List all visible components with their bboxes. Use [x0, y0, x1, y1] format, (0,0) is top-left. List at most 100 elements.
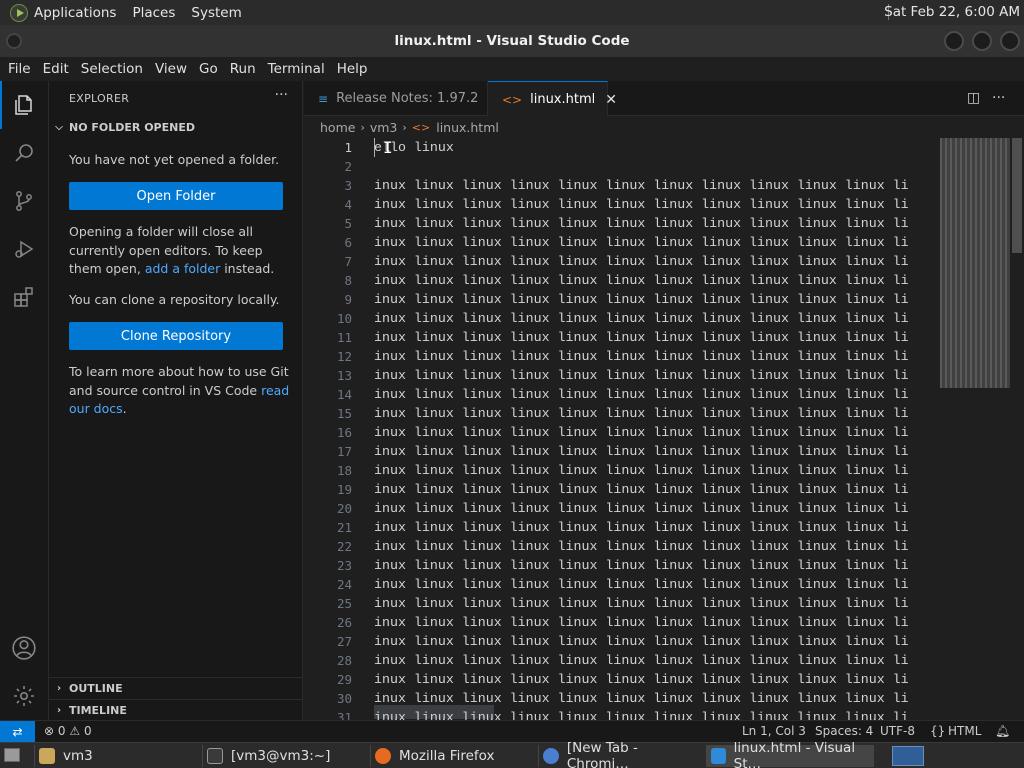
- indentation[interactable]: Spaces: 4: [815, 724, 873, 738]
- line-number: 2: [344, 159, 352, 174]
- language-mode[interactable]: HTML: [948, 724, 981, 738]
- code-line[interactable]: inux linux linux linux linux linux linux…: [374, 366, 936, 385]
- code-line[interactable]: inux linux linux linux linux linux linux…: [374, 214, 936, 233]
- panel-menu-places[interactable]: Places: [132, 5, 175, 21]
- applications-logo-icon[interactable]: [10, 3, 28, 22]
- menu-run[interactable]: Run: [224, 61, 262, 77]
- line-number: 12: [336, 349, 352, 364]
- add-folder-link[interactable]: add a folder: [145, 261, 220, 276]
- sidebar-title: EXPLORER: [69, 92, 130, 105]
- code-line[interactable]: inux linux linux linux linux linux linux…: [374, 461, 936, 480]
- minimap[interactable]: [940, 138, 1010, 388]
- close-tab-icon[interactable]: ✕: [605, 92, 617, 108]
- code-line[interactable]: inux linux linux linux linux linux linux…: [374, 309, 936, 328]
- menu-edit[interactable]: Edit: [37, 61, 75, 77]
- code-line[interactable]: inux linux linux linux linux linux linux…: [374, 670, 936, 689]
- maximize-icon[interactable]: [972, 31, 992, 51]
- menu-terminal[interactable]: Terminal: [262, 61, 331, 77]
- taskbar-item-terminal[interactable]: [vm3@vm3:~]: [202, 745, 367, 767]
- menu-view[interactable]: View: [149, 61, 193, 77]
- taskbar-item-vm3[interactable]: vm3: [34, 745, 199, 767]
- line-number: 16: [336, 425, 352, 440]
- code-line[interactable]: inux linux linux linux linux linux linux…: [374, 252, 936, 271]
- no-folder-section-header[interactable]: ⌵ NO FOLDER OPENED: [49, 116, 303, 138]
- code-line[interactable]: inux linux linux linux linux linux linux…: [374, 404, 936, 423]
- code-line[interactable]: inux linux linux linux linux linux linux…: [374, 195, 936, 214]
- code-line[interactable]: inux linux linux linux linux linux linux…: [374, 385, 936, 404]
- code-line[interactable]: inux linux linux linux linux linux linux…: [374, 575, 936, 594]
- split-editor-icon[interactable]: ◫: [967, 90, 980, 106]
- code-line[interactable]: [374, 157, 936, 176]
- menu-selection[interactable]: Selection: [75, 61, 149, 77]
- code-line[interactable]: inux linux linux linux linux linux linux…: [374, 328, 936, 347]
- code-line[interactable]: inux linux linux linux linux linux linux…: [374, 480, 936, 499]
- encoding[interactable]: UTF-8: [880, 724, 915, 738]
- clone-repository-button[interactable]: Clone Repository: [69, 322, 283, 350]
- source-control-icon[interactable]: [0, 177, 48, 225]
- line-number: 20: [336, 501, 352, 516]
- code-line[interactable]: inux linux linux linux linux linux linux…: [374, 537, 936, 556]
- tab-linux-html[interactable]: <> linux.html ✕: [488, 81, 617, 117]
- line-number: 10: [336, 311, 352, 326]
- code-line[interactable]: inux linux linux linux linux linux linux…: [374, 176, 936, 195]
- accounts-icon[interactable]: [0, 624, 48, 672]
- code-line[interactable]: ello linux: [374, 138, 936, 157]
- code-line[interactable]: inux linux linux linux linux linux linux…: [374, 271, 936, 290]
- vertical-scrollbar[interactable]: [1012, 138, 1022, 253]
- line-number: 7: [344, 254, 352, 269]
- breadcrumb-home[interactable]: home: [320, 120, 355, 135]
- minimize-icon[interactable]: [944, 31, 964, 51]
- extensions-icon[interactable]: [0, 273, 48, 321]
- search-icon[interactable]: [0, 129, 48, 177]
- code-line[interactable]: inux linux linux linux linux linux linux…: [374, 442, 936, 461]
- code-line[interactable]: inux linux linux linux linux linux linux…: [374, 347, 936, 366]
- menu-file[interactable]: File: [2, 61, 37, 77]
- code-line[interactable]: inux linux linux linux linux linux linux…: [374, 233, 936, 252]
- code-line[interactable]: inux linux linux linux linux linux linux…: [374, 708, 936, 720]
- code-line[interactable]: inux linux linux linux linux linux linux…: [374, 499, 936, 518]
- code-line[interactable]: inux linux linux linux linux linux linux…: [374, 594, 936, 613]
- code-line[interactable]: inux linux linux linux linux linux linux…: [374, 651, 936, 670]
- problems-indicator[interactable]: ⊗ 0 ⚠ 0: [44, 724, 92, 738]
- show-desktop-icon[interactable]: [4, 748, 20, 762]
- code-line[interactable]: inux linux linux linux linux linux linux…: [374, 556, 936, 575]
- line-number: 28: [336, 653, 352, 668]
- code-line[interactable]: inux linux linux linux linux linux linux…: [374, 423, 936, 442]
- menu-go[interactable]: Go: [193, 61, 224, 77]
- open-folder-button[interactable]: Open Folder: [69, 182, 283, 210]
- panel-menu-system[interactable]: System: [191, 5, 241, 21]
- timeline-section-header[interactable]: › TIMELINE: [49, 699, 303, 721]
- breadcrumb-vm3[interactable]: vm3: [370, 120, 398, 135]
- tab-release-notes[interactable]: ≡ Release Notes: 1.97.2: [304, 81, 488, 116]
- workspace-switcher[interactable]: [892, 746, 924, 766]
- remote-indicator-icon[interactable]: ⇄: [0, 721, 35, 742]
- line-number-gutter: 1 2 3 4 5 6 7 8 9 10 11 12 13 14 15 16 17 18 19 20 21 22 23 24 2…: [304, 138, 352, 720]
- taskbar-item-firefox[interactable]: Mozilla Firefox: [370, 745, 535, 767]
- taskbar-item-vscode[interactable]: linux.html - Visual St…: [706, 740, 874, 768]
- notifications-bell-icon[interactable]: 🔔︎: [995, 724, 1010, 738]
- ibeam-cursor-icon: I: [383, 138, 393, 157]
- code-line[interactable]: inux linux linux linux linux linux linux…: [374, 613, 936, 632]
- code-line[interactable]: inux linux linux linux linux linux linux…: [374, 518, 936, 537]
- more-actions-icon[interactable]: ···: [275, 87, 288, 103]
- close-window-icon[interactable]: [1000, 31, 1020, 51]
- code-lines[interactable]: ello linux inux linux linux linux linux l…: [374, 138, 936, 720]
- chromium-icon: [543, 748, 559, 764]
- outline-section-header[interactable]: › OUTLINE: [49, 677, 303, 699]
- cursor-position[interactable]: Ln 1, Col 3: [742, 724, 806, 738]
- code-editor[interactable]: 1 2 3 4 5 6 7 8 9 10 11 12 13 14 15 16 17 18 19 20 21 22 23 24 2…: [304, 138, 1024, 720]
- code-line[interactable]: inux linux linux linux linux linux linux…: [374, 290, 936, 309]
- window-menu-icon[interactable]: [6, 33, 22, 49]
- breadcrumb-file[interactable]: linux.html: [436, 120, 499, 135]
- taskbar-item-chromium[interactable]: [New Tab - Chromi…: [538, 740, 703, 768]
- manage-gear-icon[interactable]: [0, 672, 48, 720]
- code-line[interactable]: inux linux linux linux linux linux linux…: [374, 689, 936, 708]
- run-debug-icon[interactable]: [0, 225, 48, 273]
- window-titlebar[interactable]: linux.html - Visual Studio Code: [0, 25, 1024, 57]
- code-line[interactable]: inux linux linux linux linux linux linux…: [374, 632, 936, 651]
- panel-clock[interactable]: Sat Feb 22, 6:00 AM: [884, 4, 1020, 20]
- more-actions-icon[interactable]: ···: [992, 90, 1005, 106]
- menu-help[interactable]: Help: [331, 61, 374, 77]
- panel-menu-applications[interactable]: Applications: [34, 5, 116, 21]
- explorer-icon[interactable]: [0, 81, 48, 129]
